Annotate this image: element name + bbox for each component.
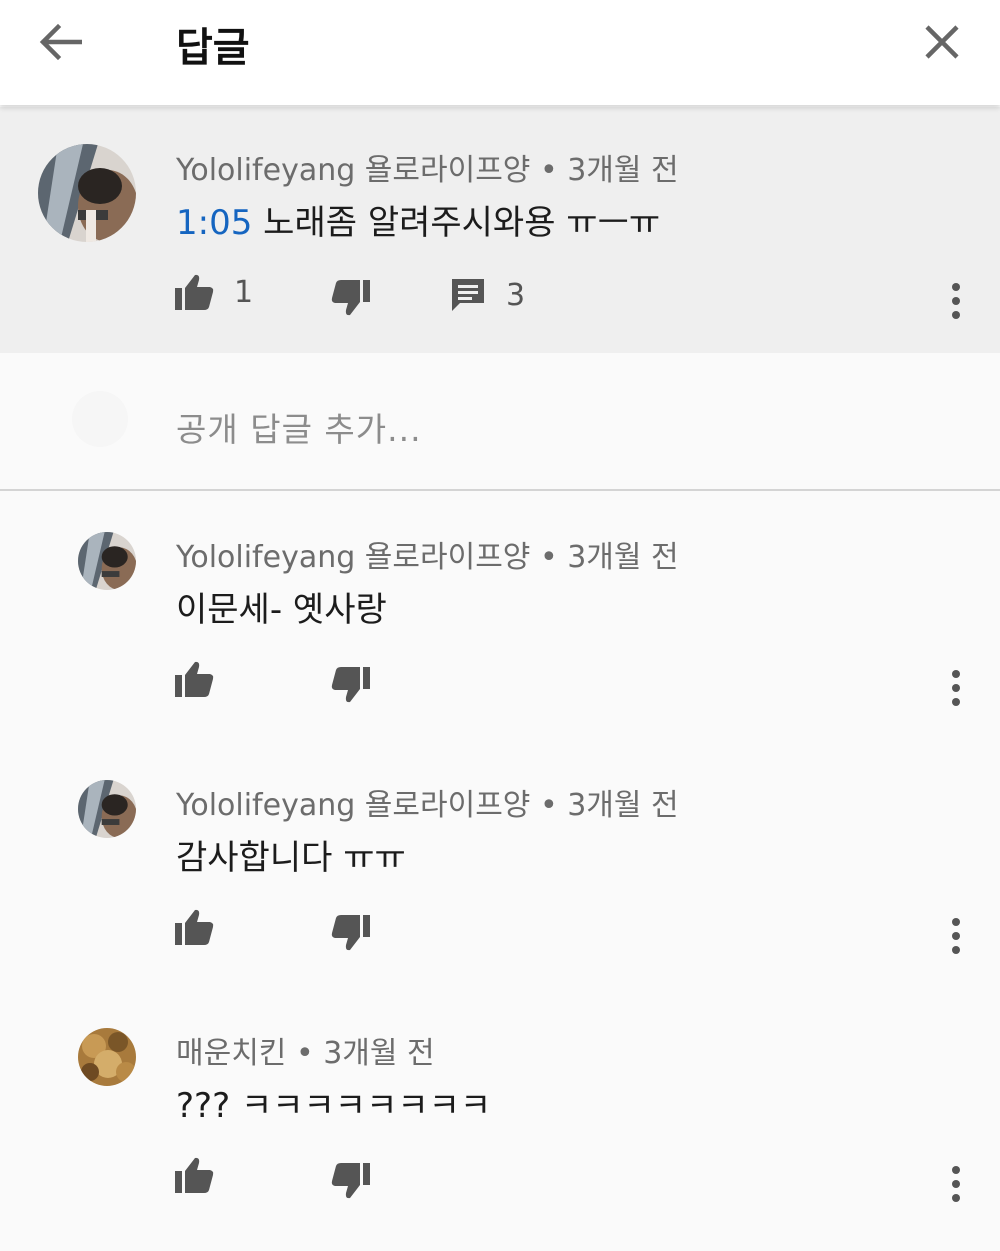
- like-button[interactable]: [174, 908, 214, 946]
- more-options-button[interactable]: [940, 1162, 972, 1206]
- dislike-button[interactable]: [331, 914, 371, 952]
- more-vert-icon: [952, 670, 960, 678]
- thumbs-up-icon: [175, 661, 214, 697]
- reply-comment: Yololifeyang 욜로라이프양 • 3개월 전 이문세- 옛사랑: [0, 520, 1000, 750]
- timestamp-link[interactable]: 1:05: [176, 203, 252, 243]
- avatar[interactable]: [78, 532, 136, 590]
- add-reply-row[interactable]: 공개 답글 추가...: [0, 353, 1000, 491]
- back-button[interactable]: [30, 17, 90, 67]
- more-vert-dot: [952, 698, 960, 706]
- comment-meta: Yololifeyang 욜로라이프양 • 3개월 전: [176, 145, 679, 189]
- author-name[interactable]: Yololifeyang 욜로라이프양: [176, 153, 530, 188]
- avatar[interactable]: [78, 1028, 136, 1086]
- like-button[interactable]: [174, 660, 214, 698]
- back-arrow-icon: [39, 23, 82, 61]
- more-vert-dot: [952, 297, 960, 305]
- reply-comment: 매운치킨 • 3개월 전 ??? ㅋㅋㅋㅋㅋㅋㅋㅋ: [0, 1016, 1000, 1246]
- reply-input[interactable]: 공개 답글 추가...: [176, 403, 422, 451]
- thumbs-down-icon: [331, 1163, 370, 1199]
- comment-body: 감사합니다 ㅠㅠ: [176, 838, 406, 878]
- comment-time: 3개월 전: [323, 1036, 435, 1071]
- comment-body: 이문세- 옛사랑: [176, 590, 387, 630]
- reply-comment: Yololifeyang 욜로라이프양 • 3개월 전 감사합니다 ㅠㅠ: [0, 768, 1000, 998]
- dislike-button[interactable]: [331, 1162, 371, 1200]
- comment-actions: [0, 906, 1000, 956]
- more-options-button[interactable]: [940, 279, 972, 323]
- more-vert-icon: [952, 1166, 960, 1174]
- comment-meta: 매운치킨 • 3개월 전: [176, 1028, 435, 1072]
- like-button[interactable]: 1: [174, 273, 253, 311]
- thumbs-up-icon: [175, 909, 214, 945]
- more-vert-icon: [952, 283, 960, 291]
- dislike-button[interactable]: [331, 279, 371, 317]
- comment-time: 3개월 전: [567, 540, 679, 575]
- meta-separator: •: [530, 788, 568, 823]
- meta-separator: •: [286, 1036, 324, 1071]
- comment-body: 노래좀 알려주시와용 ㅠㅡㅠ: [252, 203, 661, 243]
- close-button[interactable]: [912, 14, 972, 70]
- avatar[interactable]: [78, 780, 136, 838]
- comment-time: 3개월 전: [567, 788, 679, 823]
- comment-actions: [0, 658, 1000, 708]
- more-options-button[interactable]: [940, 666, 972, 710]
- author-name[interactable]: Yololifeyang 욜로라이프양: [176, 540, 530, 575]
- comment-icon: [452, 279, 484, 311]
- comment-actions: [0, 1154, 1000, 1204]
- more-vert-dot: [952, 1180, 960, 1188]
- thumbs-down-icon: [331, 667, 370, 703]
- more-options-button[interactable]: [940, 914, 972, 958]
- like-button[interactable]: [174, 1156, 214, 1194]
- more-vert-dot: [952, 932, 960, 940]
- author-name[interactable]: 매운치킨: [176, 1036, 286, 1071]
- close-icon: [925, 25, 959, 59]
- comment-time: 3개월 전: [567, 153, 679, 188]
- comment-actions: 1 3: [0, 271, 1000, 321]
- meta-separator: •: [530, 153, 568, 188]
- author-name[interactable]: Yololifeyang 욜로라이프양: [176, 788, 530, 823]
- dislike-button[interactable]: [331, 666, 371, 704]
- thumbs-down-icon: [331, 280, 370, 316]
- avatar[interactable]: [38, 144, 136, 242]
- reply-count-button[interactable]: 3: [450, 277, 525, 313]
- user-avatar: [72, 391, 128, 447]
- page-title: 답글: [176, 25, 250, 71]
- thumbs-up-icon: [175, 274, 214, 310]
- meta-separator: •: [530, 540, 568, 575]
- more-vert-dot: [952, 1194, 960, 1202]
- parent-comment: Yololifeyang 욜로라이프양 • 3개월 전 1:05 노래좀 알려주…: [0, 107, 1000, 353]
- top-app-bar: 답글: [0, 0, 1000, 105]
- comment-meta: Yololifeyang 욜로라이프양 • 3개월 전: [176, 780, 679, 824]
- comment-meta: Yololifeyang 욜로라이프양 • 3개월 전: [176, 532, 679, 576]
- more-vert-dot: [952, 946, 960, 954]
- thumbs-up-icon: [175, 1157, 214, 1193]
- comment-text: 1:05 노래좀 알려주시와용 ㅠㅡㅠ: [176, 195, 660, 244]
- reply-count: 3: [506, 277, 526, 313]
- more-vert-dot: [952, 684, 960, 692]
- more-vert-dot: [952, 311, 960, 319]
- like-count: 1: [234, 274, 254, 310]
- thumbs-down-icon: [331, 915, 370, 951]
- comment-body: ??? ㅋㅋㅋㅋㅋㅋㅋㅋ: [176, 1086, 492, 1126]
- more-vert-icon: [952, 918, 960, 926]
